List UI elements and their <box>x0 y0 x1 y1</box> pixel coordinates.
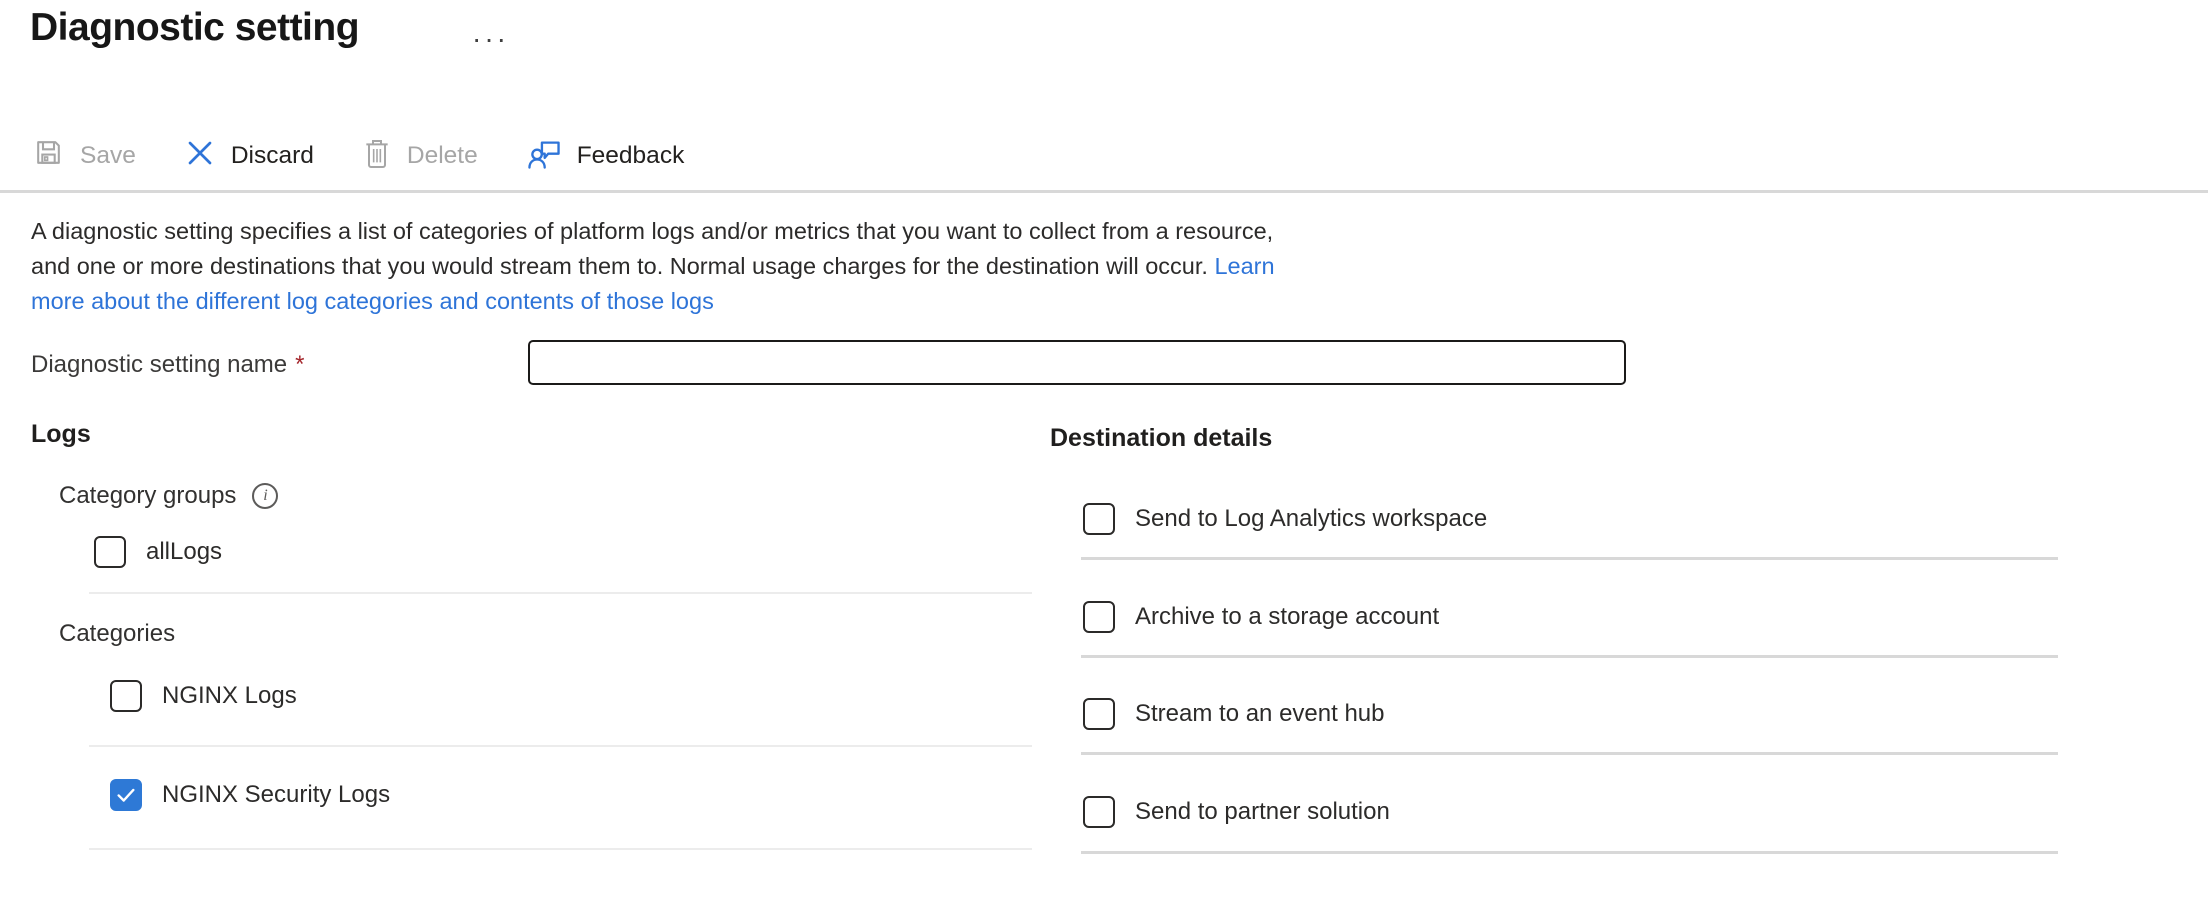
storage-account-label[interactable]: Archive to a storage account <box>1135 603 1439 631</box>
partner-solution-checkbox[interactable] <box>1083 796 1115 828</box>
nginx-security-logs-checkbox[interactable] <box>110 779 142 811</box>
save-icon <box>32 136 65 176</box>
discard-x-icon <box>184 137 216 176</box>
nginx-logs-checkbox[interactable] <box>110 680 142 712</box>
delete-label: Delete <box>407 142 478 170</box>
description-line1: A diagnostic setting specifies a list of… <box>31 218 1273 244</box>
checkbox-row-nginx-security-logs: NGINX Security Logs <box>110 779 390 811</box>
delete-button[interactable]: Delete <box>362 137 478 176</box>
storage-account-checkbox[interactable] <box>1083 601 1115 633</box>
save-button[interactable]: Save <box>32 136 136 176</box>
nginx-security-logs-label[interactable]: NGINX Security Logs <box>162 781 390 809</box>
diagnostic-setting-name-label: Diagnostic setting name* <box>31 351 304 379</box>
learn-more-link[interactable]: Learn <box>1214 253 1274 279</box>
alllogs-checkbox[interactable] <box>94 536 126 568</box>
divider <box>1081 752 2058 755</box>
divider <box>89 745 1032 747</box>
feedback-label: Feedback <box>577 142 685 170</box>
divider <box>1081 557 2058 560</box>
save-label: Save <box>80 142 136 170</box>
description-line2: and one or more destinations that you wo… <box>31 253 1214 279</box>
destination-details-heading: Destination details <box>1050 424 1272 453</box>
log-analytics-checkbox[interactable] <box>1083 503 1115 535</box>
trash-icon <box>362 137 392 176</box>
event-hub-checkbox[interactable] <box>1083 698 1115 730</box>
divider <box>89 592 1032 594</box>
discard-label: Discard <box>231 142 314 170</box>
required-asterisk: * <box>295 351 304 378</box>
feedback-button[interactable]: Feedback <box>526 136 685 177</box>
checkbox-row-nginx-logs: NGINX Logs <box>110 680 297 712</box>
discard-button[interactable]: Discard <box>184 137 314 176</box>
more-options-button[interactable]: ··· <box>466 24 515 54</box>
log-analytics-label[interactable]: Send to Log Analytics workspace <box>1135 505 1487 533</box>
learn-more-link[interactable]: more about the different log categories … <box>31 288 714 314</box>
partner-solution-label[interactable]: Send to partner solution <box>1135 798 1390 826</box>
divider <box>1081 851 2058 854</box>
categories-label: Categories <box>59 620 175 648</box>
divider <box>89 848 1032 850</box>
info-icon[interactable]: i <box>252 483 278 509</box>
category-groups-label: Category groups i <box>59 482 278 510</box>
nginx-logs-label[interactable]: NGINX Logs <box>162 682 297 710</box>
checkbox-row-event-hub: Stream to an event hub <box>1083 698 1385 730</box>
checkbox-row-log-analytics: Send to Log Analytics workspace <box>1083 503 1487 535</box>
checkbox-row-storage-account: Archive to a storage account <box>1083 601 1439 633</box>
logs-heading: Logs <box>31 420 91 449</box>
alllogs-label[interactable]: allLogs <box>146 538 222 566</box>
feedback-person-icon <box>526 136 562 177</box>
command-bar: Save Discard Delete Fee <box>32 130 732 182</box>
description-text: A diagnostic setting specifies a list of… <box>31 214 1275 319</box>
diagnostic-setting-name-input[interactable] <box>528 340 1626 385</box>
event-hub-label[interactable]: Stream to an event hub <box>1135 700 1385 728</box>
page-title: Diagnostic setting <box>30 6 359 50</box>
divider <box>1081 655 2058 658</box>
checkbox-row-alllogs: allLogs <box>94 536 222 568</box>
checkbox-row-partner-solution: Send to partner solution <box>1083 796 1390 828</box>
toolbar-divider <box>0 190 2208 193</box>
